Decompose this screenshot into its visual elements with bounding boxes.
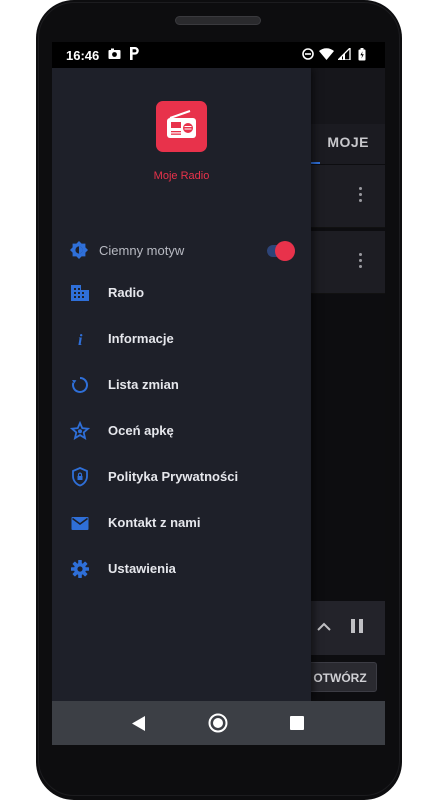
more-options-icon[interactable] [359, 187, 363, 205]
open-button[interactable]: OTWÓRZ [303, 662, 377, 692]
home-icon[interactable] [208, 713, 228, 738]
menu-label-contact: Kontakt z nami [108, 515, 201, 530]
history-icon [70, 375, 90, 395]
menu-item-privacy[interactable]: Polityka Prywatności [52, 454, 311, 500]
pause-icon[interactable] [351, 619, 363, 633]
status-bar: 16:46 [52, 42, 385, 68]
screen: 16:46 MOJE OTWÓRZ Moje Radio Ciemny moty… [52, 42, 385, 745]
menu-label-rate: Oceń apkę [108, 423, 174, 438]
menu-label-changelog: Lista zmian [108, 377, 179, 392]
menu-item-contact[interactable]: Kontakt z nami [52, 500, 311, 546]
shield-icon [70, 467, 90, 487]
photo-icon [108, 48, 121, 64]
star-icon [69, 420, 91, 441]
menu-label-radio: Radio [108, 285, 145, 300]
parking-icon [129, 47, 139, 63]
gear-icon [70, 559, 90, 579]
status-time: 16:46 [66, 48, 100, 63]
menu-item-changelog[interactable]: Lista zmian [52, 362, 311, 408]
info-icon: i [70, 329, 90, 349]
dark-theme-toggle-row[interactable]: Ciemny motyw [70, 240, 295, 262]
recents-icon[interactable] [290, 716, 304, 735]
back-icon[interactable] [132, 716, 146, 736]
svg-text:i: i [78, 332, 83, 349]
chevron-up-icon[interactable] [317, 619, 331, 635]
app-title: Moje Radio [153, 170, 210, 182]
navigation-drawer: Moje Radio Ciemny motyw Radio i Informac… [52, 68, 311, 701]
dnd-icon [302, 48, 314, 64]
radio-logo-icon [156, 101, 207, 152]
menu-label-info: Informacje [108, 331, 174, 346]
battery-icon [358, 48, 366, 65]
menu-item-settings[interactable]: Ustawienia [52, 546, 311, 592]
wifi-icon [319, 48, 334, 64]
system-nav-bar [52, 701, 385, 745]
menu-label-settings: Ustawienia [108, 561, 176, 576]
signal-icon [336, 46, 351, 64]
tab-moje[interactable]: MOJE [327, 134, 369, 150]
more-options-icon[interactable] [359, 253, 363, 271]
menu-label-privacy: Polityka Prywatności [108, 469, 239, 484]
menu-item-radio[interactable]: Radio [52, 270, 311, 316]
brightness-icon [70, 241, 88, 264]
dark-theme-label: Ciemny motyw [99, 243, 185, 258]
phone-speaker [175, 16, 261, 25]
menu-item-rate[interactable]: Oceń apkę [52, 408, 311, 454]
mail-icon [70, 513, 90, 533]
menu-item-info[interactable]: i Informacje [52, 316, 311, 362]
switch-knob[interactable] [275, 241, 295, 261]
grid-icon [70, 283, 90, 303]
